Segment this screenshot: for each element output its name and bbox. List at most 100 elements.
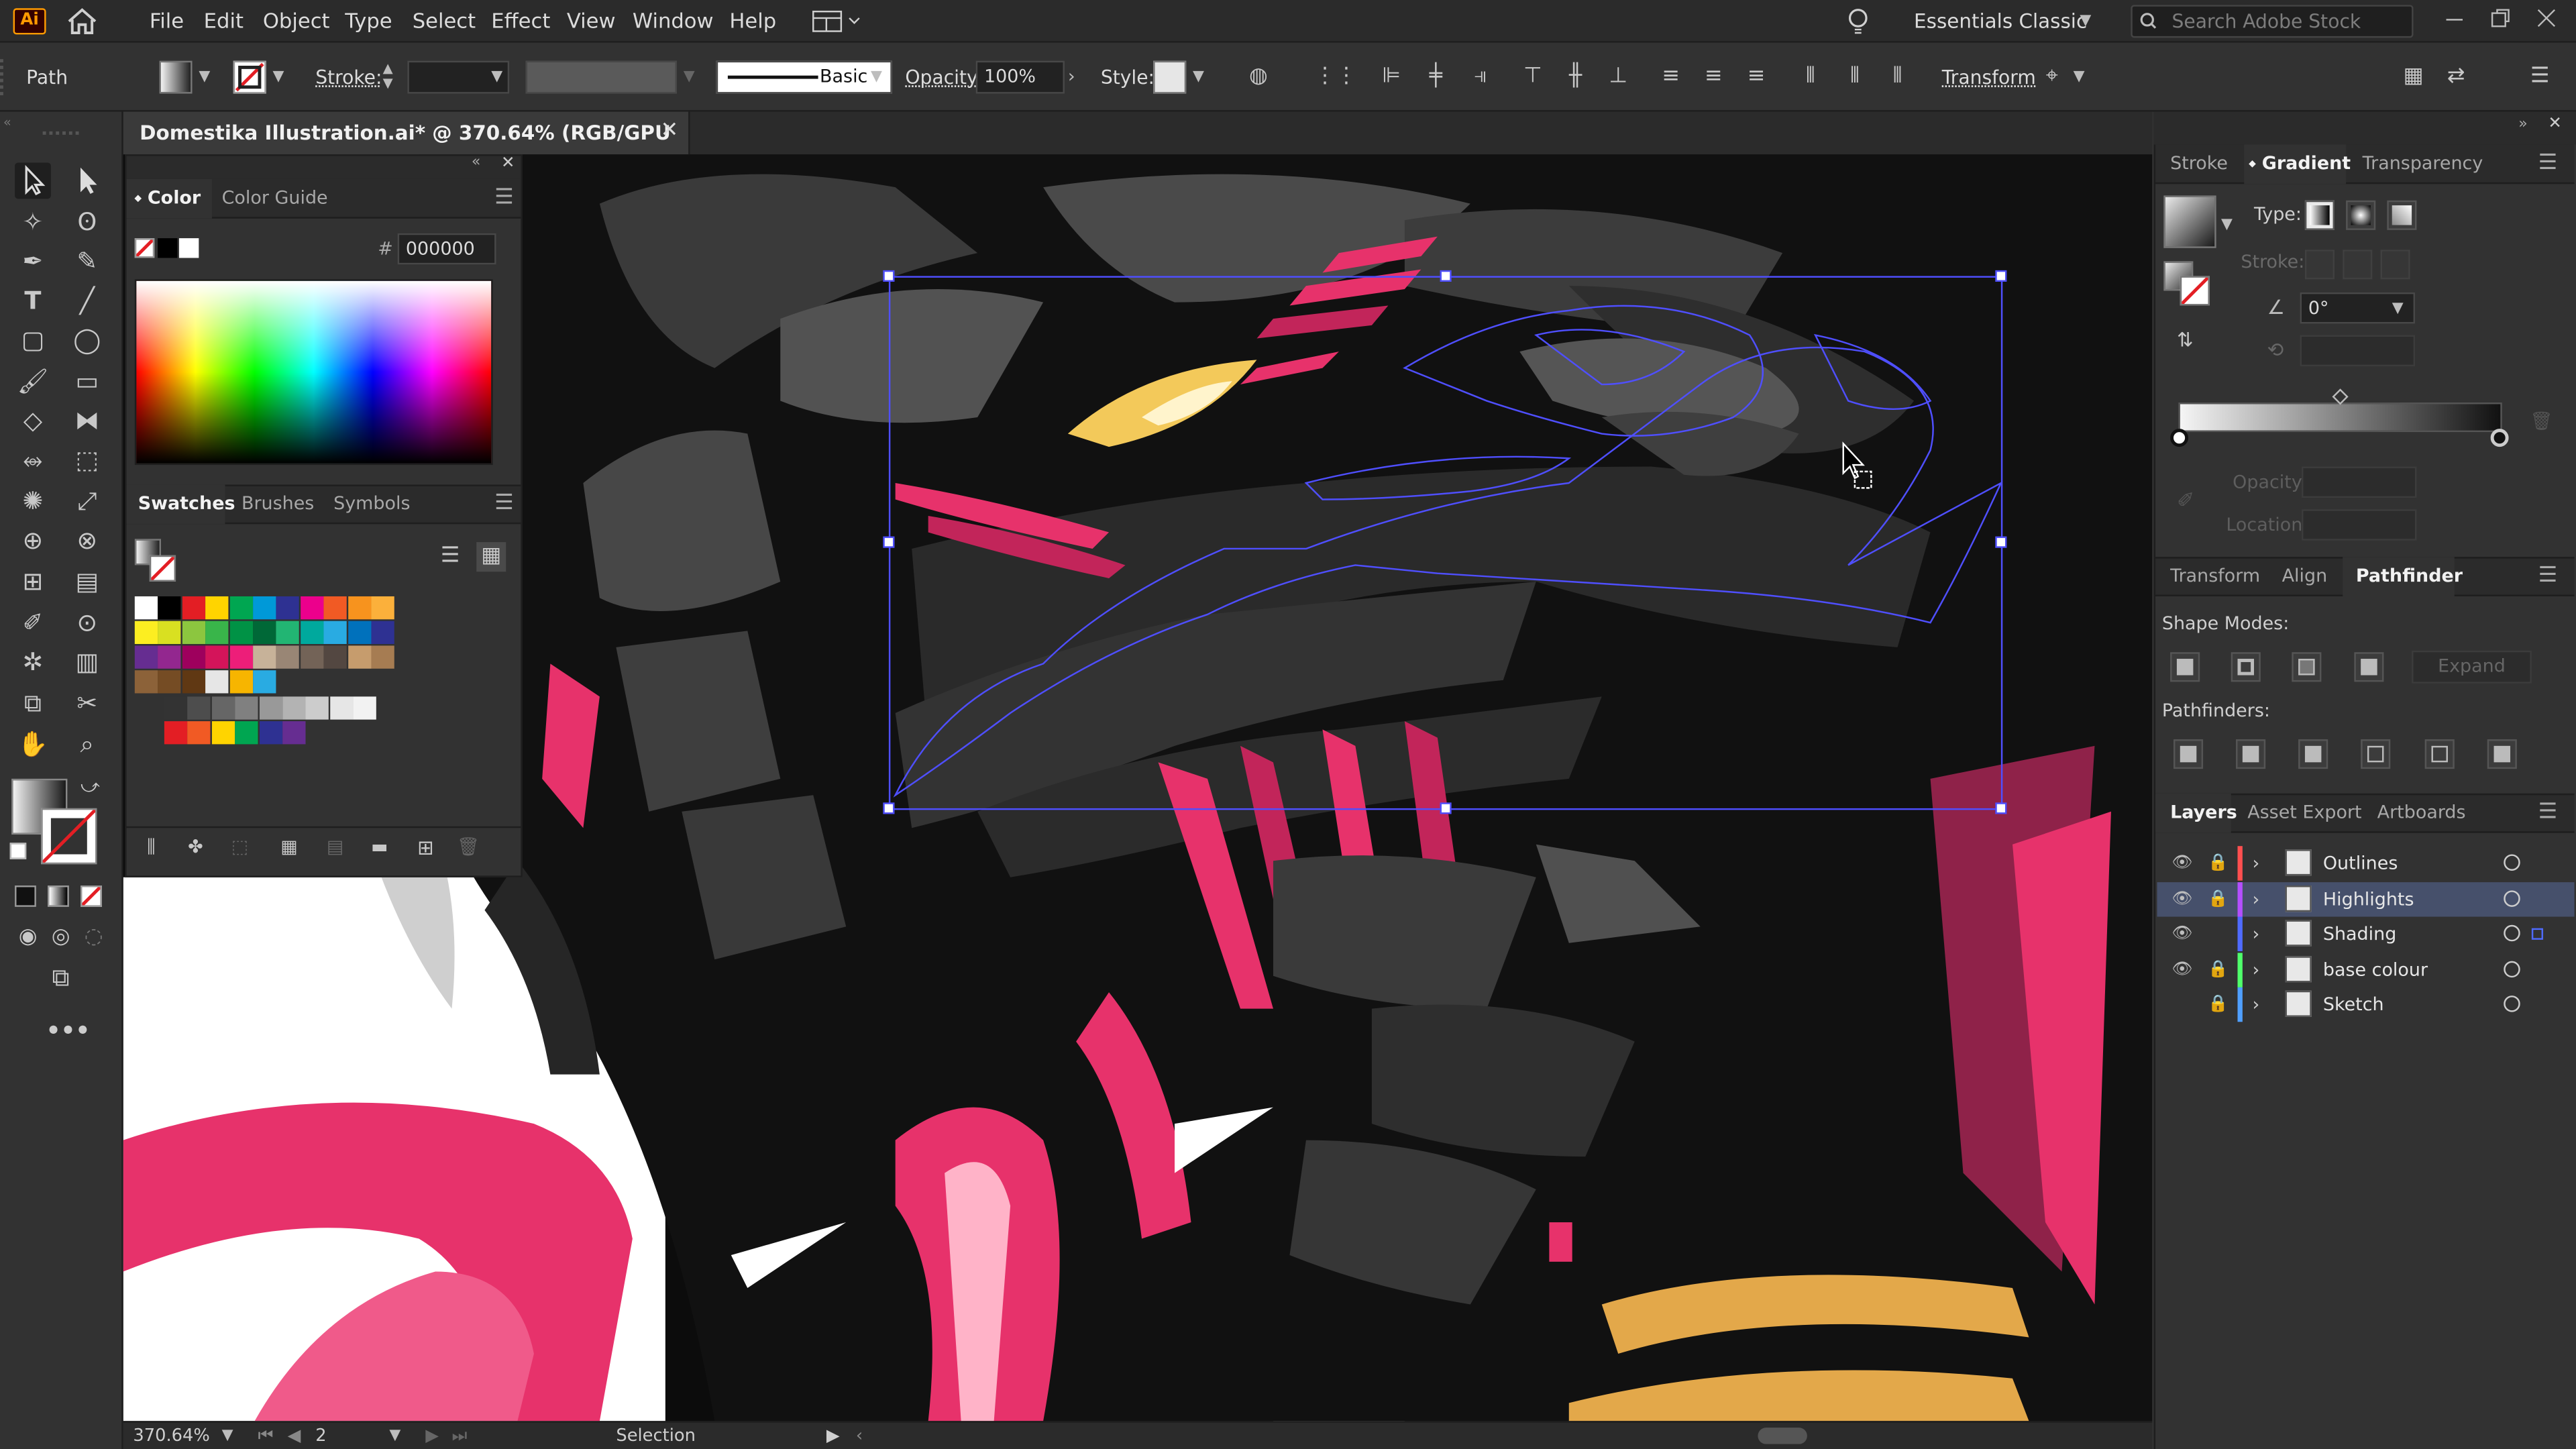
transform-link[interactable]: Transform xyxy=(1942,62,2036,92)
grip-icon[interactable] xyxy=(0,59,5,96)
align-vertical-center-icon[interactable]: ╫ xyxy=(1561,62,1591,92)
lock-icon[interactable]: 🔒 xyxy=(2208,881,2228,916)
edit-toolbar-icon[interactable]: ••• xyxy=(46,1018,91,1044)
hand-tool-icon[interactable]: ✋ xyxy=(15,726,51,762)
color-swatch[interactable] xyxy=(134,670,158,694)
menu-window[interactable]: Window xyxy=(633,0,714,43)
pen-tool-icon[interactable]: ✒ xyxy=(15,243,51,279)
layer-name[interactable]: Shading xyxy=(2323,917,2396,951)
reflect-tool-icon[interactable]: ⧓ xyxy=(69,402,105,439)
divide-button[interactable] xyxy=(2174,739,2204,769)
expand-layer-chevron-icon[interactable]: › xyxy=(2253,987,2260,1022)
magic-wand-tool-icon[interactable]: ✧ xyxy=(15,204,51,240)
menu-edit[interactable]: Edit xyxy=(204,0,244,43)
color-swatch[interactable] xyxy=(282,696,306,720)
visibility-eye-icon[interactable]: 👁 xyxy=(2172,952,2193,986)
new-color-group-icon[interactable]: ▦ xyxy=(274,833,304,863)
tab-color-guide[interactable]: Color Guide xyxy=(222,179,328,219)
color-swatch[interactable] xyxy=(300,596,323,620)
expand-layer-chevron-icon[interactable]: › xyxy=(2253,846,2260,880)
color-swatch[interactable] xyxy=(323,596,347,620)
color-swatch[interactable] xyxy=(205,621,229,645)
grip-icon[interactable] xyxy=(42,131,79,136)
color-swatch[interactable] xyxy=(371,621,394,645)
scroll-left-icon[interactable]: ‹ xyxy=(856,1423,863,1449)
align-left-icon[interactable]: ⊫ xyxy=(1377,62,1406,92)
gradient-stroke-swatch[interactable] xyxy=(2180,276,2210,306)
perspective-grid-tool-icon[interactable]: ⊞ xyxy=(15,564,51,600)
menu-type[interactable]: Type xyxy=(345,0,392,43)
unite-button[interactable] xyxy=(2170,652,2200,682)
color-swatch[interactable] xyxy=(347,621,371,645)
aspect-ratio-field[interactable] xyxy=(2300,335,2416,367)
delete-swatch-icon[interactable]: 🗑 xyxy=(453,833,483,863)
chevron-down-icon[interactable]: ▼ xyxy=(871,69,882,85)
layer-row[interactable]: 🔒 › Sketch xyxy=(2157,987,2575,1022)
minus-front-button[interactable] xyxy=(2231,652,2261,682)
color-swatch[interactable] xyxy=(258,696,282,720)
panel-header[interactable]: « ✕ xyxy=(126,154,521,179)
gradient-menu-icon[interactable]: ☰ xyxy=(2538,151,2558,176)
color-swatch[interactable] xyxy=(205,645,229,669)
target-circle-icon[interactable] xyxy=(2504,996,2520,1012)
outline-button[interactable] xyxy=(2424,739,2455,769)
control-menu-icon[interactable]: ☰ xyxy=(2525,62,2555,92)
none-swatch[interactable] xyxy=(134,238,155,258)
color-swatch[interactable] xyxy=(229,645,253,669)
distribute-right-icon[interactable]: ⦀ xyxy=(1883,62,1913,92)
list-view-icon[interactable]: ☰ xyxy=(435,542,465,572)
color-swatch[interactable] xyxy=(353,696,377,720)
expand-layer-chevron-icon[interactable]: › xyxy=(2253,881,2260,916)
eyedropper-icon[interactable]: ✐ xyxy=(2177,490,2195,515)
expand-layer-chevron-icon[interactable]: › xyxy=(2253,952,2260,986)
layer-row[interactable]: 👁 🔒 › Outlines xyxy=(2157,846,2575,881)
color-swatch[interactable] xyxy=(211,721,235,745)
trim-button[interactable] xyxy=(2236,739,2266,769)
color-swatch[interactable] xyxy=(205,670,229,694)
align-right-icon[interactable]: ⫣ xyxy=(1465,62,1495,92)
gradient-slider[interactable] xyxy=(2178,402,2502,433)
distribute-top-icon[interactable]: ≡ xyxy=(1656,62,1686,92)
color-swatch[interactable] xyxy=(182,645,205,669)
color-swatch[interactable] xyxy=(347,645,371,669)
panel-options-icon[interactable]: ⇄ xyxy=(2441,62,2471,92)
lock-icon[interactable]: 🔒 xyxy=(2208,987,2228,1022)
draw-behind-icon[interactable]: ◎ xyxy=(43,920,79,956)
gradient-tool-icon[interactable]: ▤ xyxy=(69,564,105,600)
color-swatch[interactable] xyxy=(134,645,158,669)
color-swatch[interactable] xyxy=(188,721,211,745)
color-swatch[interactable] xyxy=(134,596,158,620)
target-circle-icon[interactable] xyxy=(2504,890,2520,906)
arrange-icon[interactable]: ▦ xyxy=(2399,62,2428,92)
selection-indicator-icon[interactable] xyxy=(2531,928,2544,940)
stroke-across-button[interactable] xyxy=(2380,250,2410,280)
pathfinder-menu-icon[interactable]: ☰ xyxy=(2538,564,2558,588)
blend-tool-icon[interactable]: ⊙ xyxy=(69,604,105,641)
width-tool-icon[interactable]: ⥈ xyxy=(15,442,51,478)
intersect-button[interactable] xyxy=(2292,652,2322,682)
expand-button[interactable]: Expand xyxy=(2412,650,2532,684)
freeform-gradient-button[interactable] xyxy=(2387,200,2417,230)
close-dock-icon[interactable]: ✕ xyxy=(2548,115,2562,133)
chevron-down-icon[interactable]: ▼ xyxy=(199,69,210,85)
menu-view[interactable]: View xyxy=(567,0,616,43)
color-swatch[interactable] xyxy=(258,721,282,745)
target-circle-icon[interactable] xyxy=(2504,854,2520,871)
align-bottom-icon[interactable]: ⊥ xyxy=(1603,62,1633,92)
align-to-selection-icon[interactable]: ⋮⋮ xyxy=(1314,62,1357,92)
distribute-center-icon[interactable]: ≡ xyxy=(1699,62,1728,92)
restore-icon[interactable] xyxy=(2489,7,2512,30)
color-swatch[interactable] xyxy=(253,596,276,620)
collapse-panel-icon[interactable]: « xyxy=(472,154,481,170)
recolor-artwork-icon[interactable]: ◍ xyxy=(1244,62,1273,92)
chevron-down-icon[interactable]: ▼ xyxy=(2080,13,2091,30)
symbol-sprayer-tool-icon[interactable]: ✲ xyxy=(15,644,51,680)
layer-row[interactable]: 👁 🔒 › base colour xyxy=(2157,952,2575,987)
draw-normal-icon[interactable]: ◉ xyxy=(10,920,46,956)
merge-button[interactable] xyxy=(2298,739,2328,769)
distribute-bottom-icon[interactable]: ≡ xyxy=(1741,62,1771,92)
layer-row[interactable]: 👁 › Shading xyxy=(2157,916,2575,951)
swatches-menu-icon[interactable]: ☰ xyxy=(494,491,514,516)
radial-gradient-button[interactable] xyxy=(2346,200,2376,230)
layer-row[interactable]: 👁 🔒 › Highlights xyxy=(2157,881,2575,916)
